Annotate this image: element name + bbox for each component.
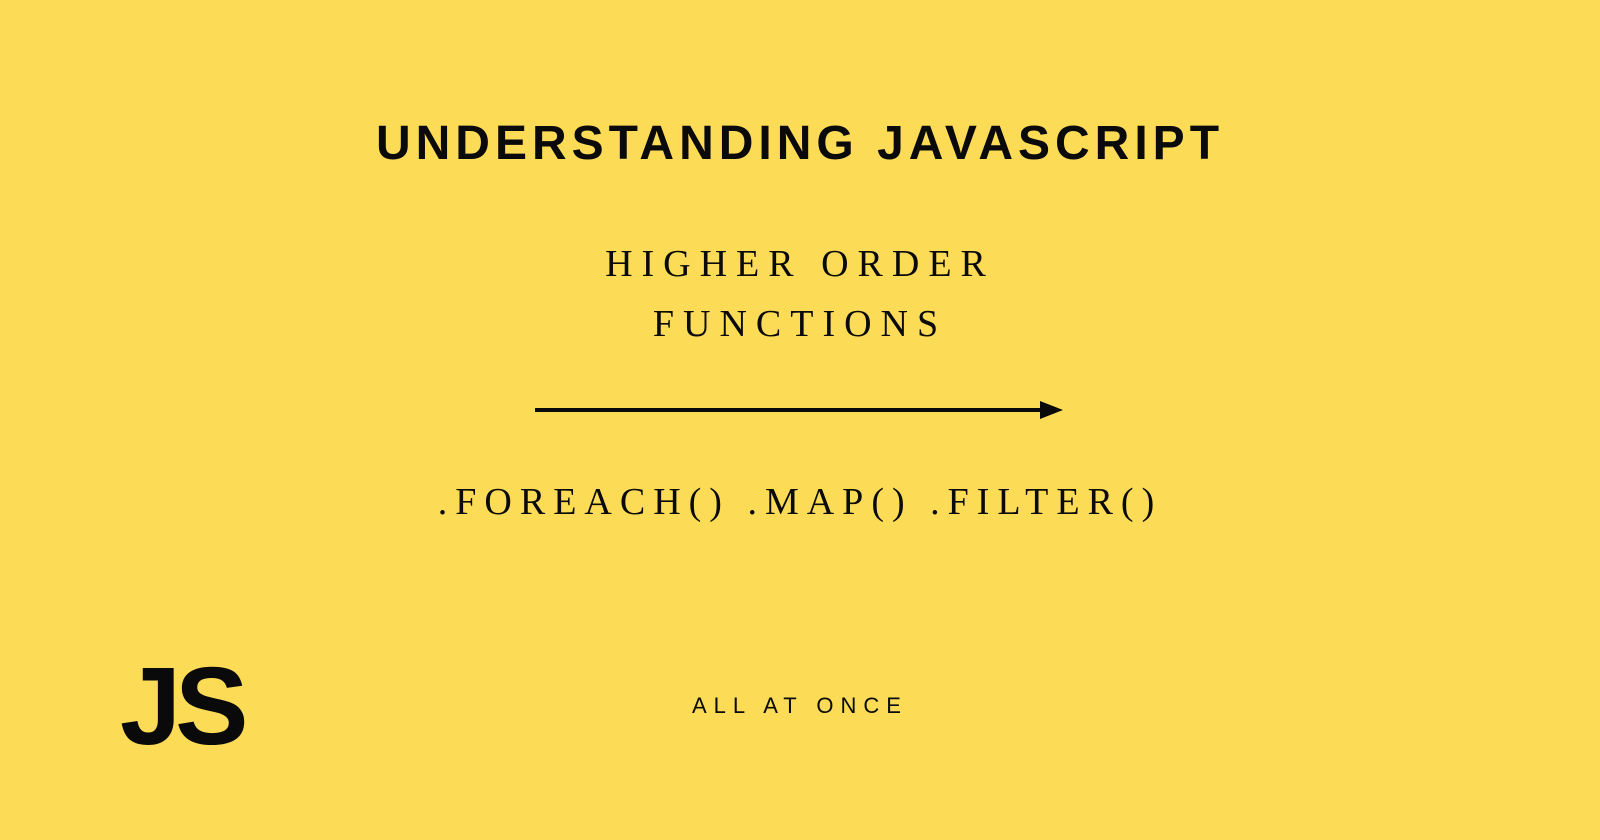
arrow-divider-icon xyxy=(535,395,1065,425)
methods-list: .FOREACH() .MAP() .FILTER() xyxy=(0,480,1600,524)
main-title: UNDERSTANDING JAVASCRIPT xyxy=(0,116,1600,171)
subtitle-line-1: HIGHER ORDER xyxy=(0,242,1600,286)
js-logo: JS xyxy=(120,652,243,762)
subtitle-line-2: FUNCTIONS xyxy=(0,302,1600,346)
